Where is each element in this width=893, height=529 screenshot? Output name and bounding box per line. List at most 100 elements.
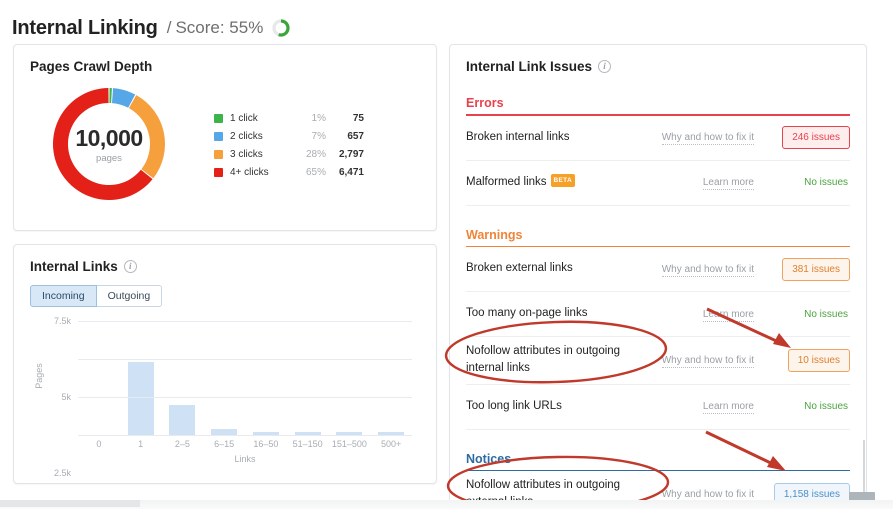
issues-section-notices: Notices <box>466 452 850 472</box>
legend-label: 4+ clicks <box>230 167 292 178</box>
bar-slot <box>287 321 329 435</box>
issue-row: Too long link URLsLearn moreNo issues <box>466 385 850 430</box>
bar-slot <box>370 321 412 435</box>
y-axis-tick-label: 7.5k <box>54 316 71 326</box>
section-title: Notices <box>466 452 850 470</box>
page-header: Internal Linking / Score: 55% <box>0 0 893 44</box>
legend-swatch-icon <box>214 132 223 141</box>
bar-chart-plot: 0k 2.5k 5k 7.5k <box>78 321 412 435</box>
toggle-incoming-button[interactable]: Incoming <box>30 285 97 307</box>
page-bottom-area <box>0 509 893 529</box>
content-columns: Pages Crawl Depth 10,000 pages 1 click1%… <box>0 44 893 514</box>
section-title: Warnings <box>466 228 850 246</box>
left-column: Pages Crawl Depth 10,000 pages 1 click1%… <box>13 44 437 484</box>
internal-link-issues-card: Internal Link Issues i Errors Broken inte… <box>449 44 867 514</box>
x-axis-tick-label: 151–500 <box>329 439 371 449</box>
internal-links-title: Internal Links i <box>30 259 420 274</box>
donut-legend: 1 click1%752 clicks7%6573 clicks28%2,797… <box>214 109 364 181</box>
toggle-outgoing-button[interactable]: Outgoing <box>97 285 163 307</box>
no-issues-label: No issues <box>795 396 850 417</box>
bar-slot <box>329 321 371 435</box>
bar-chart-x-axis-title: Links <box>78 454 412 464</box>
issues-section-warnings: Warnings <box>466 228 850 248</box>
bar-1[interactable] <box>128 362 154 435</box>
legend-percent: 1% <box>292 113 326 124</box>
info-icon[interactable]: i <box>598 60 611 73</box>
issue-row: Too many on-page linksLearn moreNo issue… <box>466 292 850 337</box>
links-direction-toggle: Incoming Outgoing <box>30 285 420 307</box>
issue-count-badge[interactable]: 246 issues <box>782 126 850 149</box>
legend-row: 2 clicks7%657 <box>214 127 364 145</box>
issue-count-cell: 381 issues <box>768 258 850 281</box>
issue-label: Broken internal links <box>466 129 640 146</box>
issues-sections: ErrorsBroken internal linksWhy and how t… <box>466 96 850 514</box>
issue-count-cell: 10 issues <box>768 349 850 372</box>
x-axis-tick-label: 2–5 <box>162 439 204 449</box>
issue-count-cell: No issues <box>768 172 850 193</box>
donut-chart: 10,000 pages <box>34 80 184 208</box>
bar-slot <box>120 321 162 435</box>
issue-row: Broken internal linksWhy and how to fix … <box>466 116 850 161</box>
x-axis-tick-label: 6–15 <box>203 439 245 449</box>
bar-2-5[interactable] <box>169 405 195 435</box>
issue-label: Nofollow attributes in outgoing internal… <box>466 343 640 378</box>
gridline: 7.5k <box>78 321 412 322</box>
donut-slice-3-clicks[interactable] <box>129 95 165 178</box>
score-label: Score: 55% <box>175 18 263 38</box>
horizontal-scrollbar-thumb[interactable] <box>0 500 140 507</box>
issue-count-badge[interactable]: 381 issues <box>782 258 850 281</box>
x-axis-tick-label: 51–150 <box>287 439 329 449</box>
issue-help-link[interactable]: Why and how to fix it <box>640 132 768 143</box>
issue-help-link[interactable]: Why and how to fix it <box>640 355 768 366</box>
gridline: 0k <box>78 435 412 436</box>
donut-slice-1-click[interactable] <box>109 88 111 103</box>
legend-value: 2,797 <box>326 149 364 160</box>
info-icon[interactable]: i <box>124 260 137 273</box>
legend-percent: 7% <box>292 131 326 142</box>
section-title: Errors <box>466 96 850 114</box>
bar-slot <box>162 321 204 435</box>
bar-slot <box>203 321 245 435</box>
score-ring-icon <box>271 18 291 38</box>
bar-slot <box>78 321 120 435</box>
donut-chart-region: 10,000 pages 1 click1%752 clicks7%6573 c… <box>30 80 420 208</box>
legend-label: 1 click <box>230 113 292 124</box>
no-issues-label: No issues <box>795 304 850 325</box>
issue-help-link[interactable]: Learn more <box>640 177 768 188</box>
pages-crawl-depth-card: Pages Crawl Depth 10,000 pages 1 click1%… <box>13 44 437 231</box>
issue-label: Broken external links <box>466 260 640 277</box>
issue-help-link[interactable]: Learn more <box>640 309 768 320</box>
issue-label: Malformed linksBETA <box>466 174 640 191</box>
issue-count-badge[interactable]: 10 issues <box>788 349 850 372</box>
issue-row: Malformed linksBETALearn more No issues <box>466 161 850 206</box>
issue-help-link[interactable]: Why and how to fix it <box>640 489 768 500</box>
legend-value: 657 <box>326 131 364 142</box>
issues-title-text: Internal Link Issues <box>466 59 592 74</box>
legend-percent: 28% <box>292 149 326 160</box>
issues-title: Internal Link Issues i <box>466 59 850 74</box>
issue-count-cell: No issues <box>768 396 850 417</box>
issue-help-link[interactable]: Why and how to fix it <box>640 264 768 275</box>
bar-chart-x-labels: 012–56–1516–5051–150151–500500+ <box>78 439 412 449</box>
internal-linking-report: Internal Linking / Score: 55% Pages Craw… <box>0 0 893 529</box>
no-issues-label: No issues <box>795 172 850 193</box>
y-axis-tick-label: 2.5k <box>54 468 71 478</box>
gridline: 2.5k <box>78 397 412 398</box>
page-title: Internal Linking <box>12 17 158 40</box>
internal-links-card: Internal Links i Incoming Outgoing Pages… <box>13 244 437 484</box>
crawl-depth-title: Pages Crawl Depth <box>30 59 420 74</box>
legend-row: 3 clicks28%2,797 <box>214 145 364 163</box>
legend-swatch-icon <box>214 150 223 159</box>
legend-swatch-icon <box>214 168 223 177</box>
issue-count-cell: 246 issues <box>768 126 850 149</box>
internal-links-title-text: Internal Links <box>30 259 118 274</box>
issue-help-link[interactable]: Learn more <box>640 401 768 412</box>
bar-series <box>78 321 412 435</box>
right-column: Internal Link Issues i Errors Broken inte… <box>449 44 867 514</box>
legend-swatch-icon <box>214 114 223 123</box>
x-axis-tick-label: 16–50 <box>245 439 287 449</box>
score-indicator: / Score: 55% <box>167 18 292 38</box>
bar-chart-y-axis-title: Pages <box>34 363 44 389</box>
gridline: 5k <box>78 359 412 360</box>
beta-badge: BETA <box>551 174 575 187</box>
